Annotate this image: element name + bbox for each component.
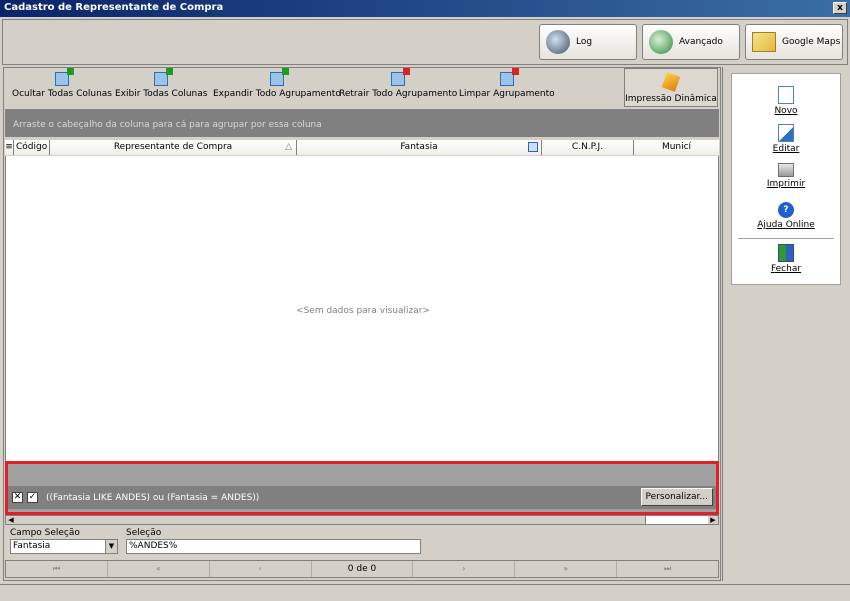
print-button[interactable]: Imprimir — [732, 163, 840, 189]
advanced-search-icon — [649, 30, 673, 54]
column-chooser-icon[interactable]: ≡ — [5, 140, 14, 155]
window-titlebar: Cadastro de Representante de Compra x — [0, 0, 850, 17]
last-record-button[interactable]: ⏭ — [617, 561, 718, 577]
sort-asc-icon: △ — [285, 142, 292, 152]
group-by-area[interactable]: Arraste o cabeçalho da coluna para cá pa… — [5, 109, 719, 137]
help-icon: ? — [778, 202, 794, 218]
status-bar — [0, 584, 850, 601]
record-count: 0 de 0 — [312, 561, 414, 577]
expand-groups-icon — [269, 68, 289, 86]
dynamic-print-label: Impressão Dinâmica — [625, 94, 717, 104]
column-label: Código — [16, 142, 48, 152]
close-icon: x — [837, 3, 843, 13]
window-title: Cadastro de Representante de Compra — [4, 2, 224, 13]
clear-filter-button[interactable]: ✕ — [12, 492, 23, 503]
advanced-button[interactable]: Avançado — [642, 24, 740, 60]
close-window-button[interactable]: x — [833, 2, 847, 14]
grid-body[interactable]: <Sem dados para visualizar> — [5, 156, 719, 461]
record-navigator: ⏮ « ‹ 0 de 0 › » ⏭ — [5, 560, 719, 578]
filter-enabled-checkbox[interactable]: ✓ — [27, 492, 38, 503]
divider — [738, 238, 834, 239]
close-button[interactable]: Fechar — [732, 244, 840, 274]
scroll-thumb[interactable] — [16, 516, 646, 524]
column-label: Fantasia — [400, 142, 438, 152]
collapse-all-groups-button[interactable]: Retrair Todo Agrupamento — [339, 68, 458, 99]
column-label: C.N.P.J. — [571, 142, 604, 152]
field-selection-select[interactable]: Fantasia ▼ — [10, 539, 118, 554]
edit-button[interactable]: Editar — [732, 124, 840, 154]
toolbar-item-label: Limpar Agrupamento — [459, 89, 555, 99]
column-label: Representante de Compra — [113, 142, 233, 152]
column-header-cnpj[interactable]: C.N.P.J. — [542, 140, 634, 155]
help-online-button[interactable]: ? Ajuda Online — [732, 202, 840, 230]
filter-bar: ✕ ✓ ((Fantasia LIKE ANDES) ou (Fantasia … — [8, 486, 716, 509]
advanced-label: Avançado — [679, 37, 723, 47]
filter-dropdown-icon[interactable] — [528, 142, 538, 152]
horizontal-scrollbar[interactable]: ◀ ▶ — [5, 515, 719, 525]
magnifier-icon — [546, 30, 570, 54]
edit-label: Editar — [772, 144, 800, 154]
magic-wand-icon — [661, 72, 681, 92]
expand-all-groups-button[interactable]: Expandir Todo Agrupamento — [213, 68, 341, 99]
next-page-button[interactable]: » — [515, 561, 618, 577]
new-button[interactable]: Novo — [732, 86, 840, 116]
toolbar-item-label: Expandir Todo Agrupamento — [213, 89, 341, 99]
clear-grouping-icon — [499, 68, 519, 86]
new-document-icon — [778, 86, 794, 104]
first-record-button[interactable]: ⏮ — [6, 561, 108, 577]
toolbar-item-label: Exibir Todas Colunas — [115, 89, 208, 99]
top-toolbar: Log Avançado Google Maps — [2, 19, 848, 65]
selection-panel: Campo Seleção Fantasia ▼ Seleção %ANDES% — [5, 526, 719, 558]
group-hint: Arraste o cabeçalho da coluna para cá pa… — [13, 120, 322, 130]
action-list: Novo Editar Imprimir ? Ajuda Online Fech… — [731, 73, 841, 285]
scroll-right-icon[interactable]: ▶ — [708, 516, 718, 524]
scroll-track[interactable] — [646, 516, 708, 524]
column-header-fantasia[interactable]: Fantasia — [297, 140, 542, 155]
show-all-columns-button[interactable]: Exibir Todas Colunas — [115, 68, 208, 99]
column-header-municipio[interactable]: Municí — [634, 140, 719, 155]
previous-page-button[interactable]: « — [108, 561, 210, 577]
filter-panel: ✕ ✓ ((Fantasia LIKE ANDES) ou (Fantasia … — [5, 461, 719, 515]
chevron-down-icon[interactable]: ▼ — [105, 540, 117, 553]
selection-input[interactable]: %ANDES% — [126, 539, 421, 554]
collapse-groups-icon — [391, 68, 411, 86]
selection-label: Seleção — [126, 528, 162, 538]
help-label: Ajuda Online — [757, 220, 815, 230]
toolbar-item-label: Ocultar Todas Colunas — [12, 89, 112, 99]
dynamic-print-button[interactable]: Impressão Dinâmica — [624, 68, 718, 107]
field-selection-value: Fantasia — [13, 541, 51, 551]
hide-all-columns-button[interactable]: Ocultar Todas Colunas — [12, 68, 112, 99]
show-columns-icon — [154, 68, 174, 86]
action-sidebar: Novo Editar Imprimir ? Ajuda Online Fech… — [722, 67, 848, 581]
column-header-representante[interactable]: Representante de Compra △ — [50, 140, 297, 155]
toolbar-item-label: Retrair Todo Agrupamento — [339, 89, 458, 99]
log-label: Log — [576, 37, 593, 47]
map-icon — [752, 32, 776, 52]
edit-icon — [778, 124, 794, 142]
filter-expression[interactable]: ((Fantasia LIKE ANDES) ou (Fantasia = AN… — [46, 493, 259, 503]
previous-record-button[interactable]: ‹ — [210, 561, 312, 577]
empty-message: <Sem dados para visualizar> — [296, 306, 430, 316]
scroll-left-icon[interactable]: ◀ — [6, 516, 16, 524]
new-label: Novo — [774, 106, 798, 116]
google-maps-label: Google Maps — [782, 37, 841, 47]
exit-door-icon — [778, 244, 794, 262]
clear-grouping-button[interactable]: Limpar Agrupamento — [459, 68, 555, 99]
hide-columns-icon — [55, 68, 74, 86]
grid-toolbar: Ocultar Todas Colunas Exibir Todas Colun… — [4, 68, 720, 108]
log-button[interactable]: Log — [539, 24, 637, 60]
selection-value: %ANDES% — [129, 541, 178, 551]
field-selection-label: Campo Seleção — [10, 528, 80, 538]
customize-filter-button[interactable]: Personalizar... — [640, 488, 713, 506]
column-label: Municí — [661, 142, 692, 152]
print-label: Imprimir — [766, 179, 806, 189]
grid-panel: Ocultar Todas Colunas Exibir Todas Colun… — [3, 67, 721, 581]
google-maps-button[interactable]: Google Maps — [745, 24, 843, 60]
column-header-codigo[interactable]: Código — [14, 140, 50, 155]
next-record-button[interactable]: › — [413, 561, 516, 577]
close-label: Fechar — [770, 264, 802, 274]
column-header-row: ≡ Código Representante de Compra △ Fantas… — [5, 140, 719, 155]
printer-icon — [778, 163, 794, 177]
